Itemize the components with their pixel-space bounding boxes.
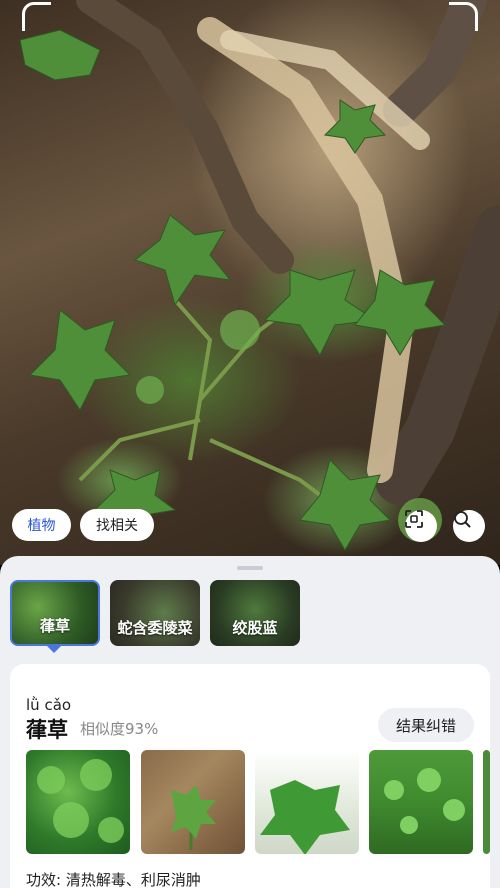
effect-row: 功效: 清热解毒、利尿消肿	[26, 869, 201, 888]
candidate-item[interactable]: 葎草	[10, 580, 100, 646]
reference-photo-partial[interactable]	[483, 750, 490, 854]
candidate-item[interactable]: 绞股蓝	[210, 580, 300, 646]
reference-photo[interactable]	[369, 750, 473, 854]
reference-photo[interactable]	[141, 750, 245, 854]
tag-find-similar[interactable]: 找相关	[80, 509, 154, 541]
effect-text: 清热解毒、利尿消肿	[65, 871, 201, 888]
scan-button[interactable]	[405, 510, 437, 542]
viewfinder-corner-top-right	[449, 2, 478, 31]
viewfinder-corner-top-left	[22, 2, 51, 31]
selected-pointer	[47, 646, 61, 653]
camera-photo: 植物 找相关	[0, 0, 500, 565]
plant-name: 葎草	[26, 718, 68, 742]
result-sheet[interactable]: 葎草 蛇含委陵菜 绞股蓝 lǜ cǎo 葎草 相似度93% 结果纠错 功效: 清…	[0, 556, 500, 888]
plant-photo-scene	[19, 0, 500, 551]
reference-photo[interactable]	[26, 750, 130, 854]
candidate-label: 蛇含委陵菜	[117, 619, 193, 637]
candidate-item[interactable]: 蛇含委陵菜	[110, 580, 200, 646]
tag-plant[interactable]: 植物	[12, 509, 71, 541]
search-icon	[454, 511, 471, 528]
search-button[interactable]	[453, 510, 485, 542]
scan-icon	[405, 510, 423, 528]
candidate-label: 葎草	[39, 617, 70, 635]
correct-result-button[interactable]: 结果纠错	[378, 708, 474, 742]
sheet-grabber[interactable]	[237, 566, 263, 570]
candidate-label: 绞股蓝	[232, 619, 278, 637]
reference-photo[interactable]	[255, 750, 359, 854]
similarity-score: 相似度93%	[80, 720, 159, 738]
result-card: lǜ cǎo 葎草 相似度93% 结果纠错 功效: 清热解毒、利尿消肿	[10, 664, 490, 888]
effect-label: 功效:	[26, 871, 62, 888]
plant-pinyin: lǜ cǎo	[26, 696, 72, 714]
